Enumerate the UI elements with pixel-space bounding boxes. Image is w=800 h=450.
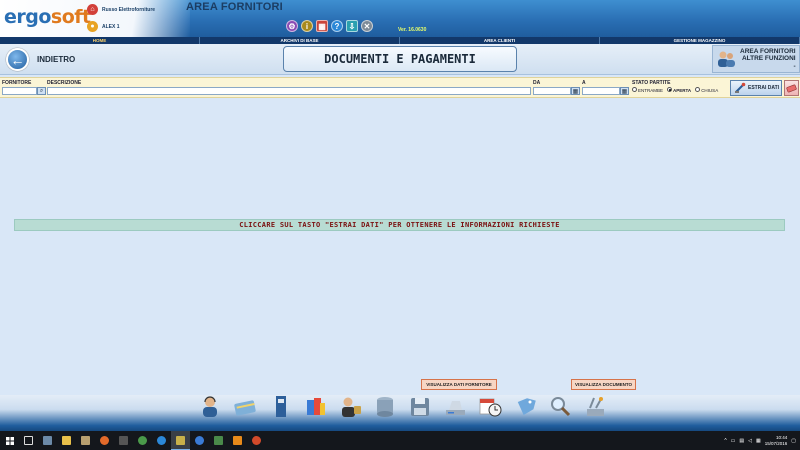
radio-entrambe[interactable]: ENTRAMBE — [632, 87, 663, 93]
customer-service-icon[interactable] — [198, 394, 223, 419]
binder-icon[interactable] — [268, 394, 293, 419]
save-disk-icon[interactable] — [408, 394, 433, 419]
people-icon[interactable] — [38, 431, 57, 450]
nav-home[interactable]: HOME — [0, 37, 200, 44]
task-view-icon[interactable] — [19, 431, 38, 450]
vlc-icon[interactable] — [228, 431, 247, 450]
chrome-icon[interactable] — [133, 431, 152, 450]
info-message: CLICCARE SUL TASTO "ESTRAI DATI" PER OTT… — [14, 219, 785, 231]
explorer-icon[interactable] — [57, 431, 76, 450]
edge-icon[interactable] — [152, 431, 171, 450]
app-icon-4[interactable] — [209, 431, 228, 450]
volume-icon[interactable]: ◁ — [748, 438, 752, 444]
stato-partite-radios: ENTRAMBE APERTA CHIUSA — [632, 87, 718, 93]
notifications-icon[interactable]: ▢ — [791, 438, 796, 444]
home-icon: ⌂ — [87, 4, 98, 15]
network-icon[interactable]: ▤ — [739, 438, 744, 444]
toolbar-icons — [198, 394, 608, 419]
back-label[interactable]: INDIETRO — [37, 55, 75, 64]
app-icon-2[interactable] — [114, 431, 133, 450]
security-agent-icon[interactable] — [338, 394, 363, 419]
app-icon-3[interactable] — [190, 431, 209, 450]
fornitore-search-icon[interactable]: ⌕ — [37, 87, 46, 95]
version-label: Ver. 16.0630 — [398, 27, 427, 33]
fornitore-label: FORNITORE — [2, 80, 32, 86]
user-icon: ● — [87, 21, 98, 32]
reports-icon[interactable] — [303, 394, 328, 419]
company-name: Russo Elettroforniture — [102, 6, 156, 13]
ergosoft-taskbar-icon[interactable] — [171, 431, 190, 450]
database-icon[interactable] — [373, 394, 398, 419]
area-button-label: AREA FORNITORI ALTRE FUNZIONI - — [740, 47, 796, 70]
windows-taskbar — [0, 431, 800, 450]
user-row: ● ALEX 1 — [87, 21, 120, 32]
da-calendar-icon[interactable]: ▦ — [571, 87, 580, 95]
main-nav: HOME ARCHIVI DI BASE AREA CLIENTI GESTIO… — [0, 37, 800, 44]
scanner-icon[interactable] — [443, 394, 468, 419]
arrow-left-icon: ← — [10, 51, 25, 68]
a-calendar-icon[interactable]: ▦ — [620, 87, 629, 95]
descrizione-input[interactable] — [47, 87, 531, 95]
calendar-clock-icon[interactable] — [478, 394, 503, 419]
nav-area-clienti[interactable]: AREA CLIENTI — [400, 37, 600, 44]
estrai-dati-button[interactable]: ESTRAI DATI — [730, 80, 782, 96]
settings-icon[interactable]: ⚙ — [286, 20, 298, 32]
ergosoft-logo: ergosoft — [4, 6, 91, 28]
app-header: ergosoft ⌂ Russo Elettroforniture ● ALEX… — [0, 0, 800, 37]
close-icon[interactable]: ✕ — [361, 20, 373, 32]
a-label: A — [582, 80, 586, 86]
start-icon[interactable] — [0, 431, 19, 450]
tag-icon[interactable] — [513, 394, 538, 419]
keyboard-icon[interactable]: ▦ — [756, 438, 761, 444]
header-icons: ⚙ i ▦ ? ⇩ ✕ — [286, 20, 373, 32]
firefox-icon[interactable] — [95, 431, 114, 450]
chevron-up-icon[interactable]: ^ — [724, 438, 726, 444]
app-icon-1[interactable] — [76, 431, 95, 450]
descrizione-label: DESCRIZIONE — [47, 80, 82, 86]
calculator-icon[interactable]: ▦ — [316, 20, 328, 32]
nav-gestione-magazzino[interactable]: GESTIONE MAGAZZINO — [600, 37, 800, 44]
back-button[interactable]: ← — [6, 48, 29, 71]
user-name: ALEX 1 — [102, 23, 120, 30]
extract-icon — [735, 82, 746, 93]
visualizza-dati-fornitore-button[interactable]: VISUALIZZA DATI FORNITORE — [421, 379, 497, 390]
payment-card-icon[interactable] — [233, 394, 258, 419]
nav-archivi-di-base[interactable]: ARCHIVI DI BASE — [200, 37, 400, 44]
clock[interactable]: 10:44 15/07/2016 — [765, 435, 788, 447]
tools-icon[interactable] — [583, 394, 608, 419]
area-title: AREA FORNITORI — [186, 1, 283, 13]
a-date-input[interactable] — [582, 87, 620, 95]
eraser-icon[interactable] — [784, 80, 799, 96]
search-icon[interactable] — [548, 394, 573, 419]
filter-panel: FORNITORE DESCRIZIONE ⌕ DA ▦ A ▦ STATO P… — [0, 77, 800, 98]
battery-icon[interactable]: ▭ — [731, 438, 736, 444]
users-icon — [716, 49, 736, 69]
da-label: DA — [533, 80, 541, 86]
info-icon[interactable]: i — [301, 20, 313, 32]
app-icon-5[interactable] — [247, 431, 266, 450]
title-bar: ← INDIETRO DOCUMENTI E PAGAMENTI AREA FO… — [0, 44, 800, 75]
da-date-input[interactable] — [533, 87, 571, 95]
system-tray: ^ ▭ ▤ ◁ ▦ 10:44 15/07/2016 ▢ — [724, 431, 796, 450]
download-icon[interactable]: ⇩ — [346, 20, 358, 32]
area-fornitori-button[interactable]: AREA FORNITORI ALTRE FUNZIONI - — [712, 45, 800, 73]
stato-partite-label: STATO PARTITE — [632, 80, 671, 86]
radio-aperta[interactable]: APERTA — [667, 87, 691, 93]
company-row: ⌂ Russo Elettroforniture — [87, 4, 155, 15]
help-icon[interactable]: ? — [331, 20, 343, 32]
fornitore-input[interactable] — [2, 87, 37, 95]
radio-chiusa[interactable]: CHIUSA — [695, 87, 718, 93]
visualizza-documento-button[interactable]: VISUALIZZA DOCUMENTO — [571, 379, 636, 390]
page-title: DOCUMENTI E PAGAMENTI — [283, 46, 517, 72]
